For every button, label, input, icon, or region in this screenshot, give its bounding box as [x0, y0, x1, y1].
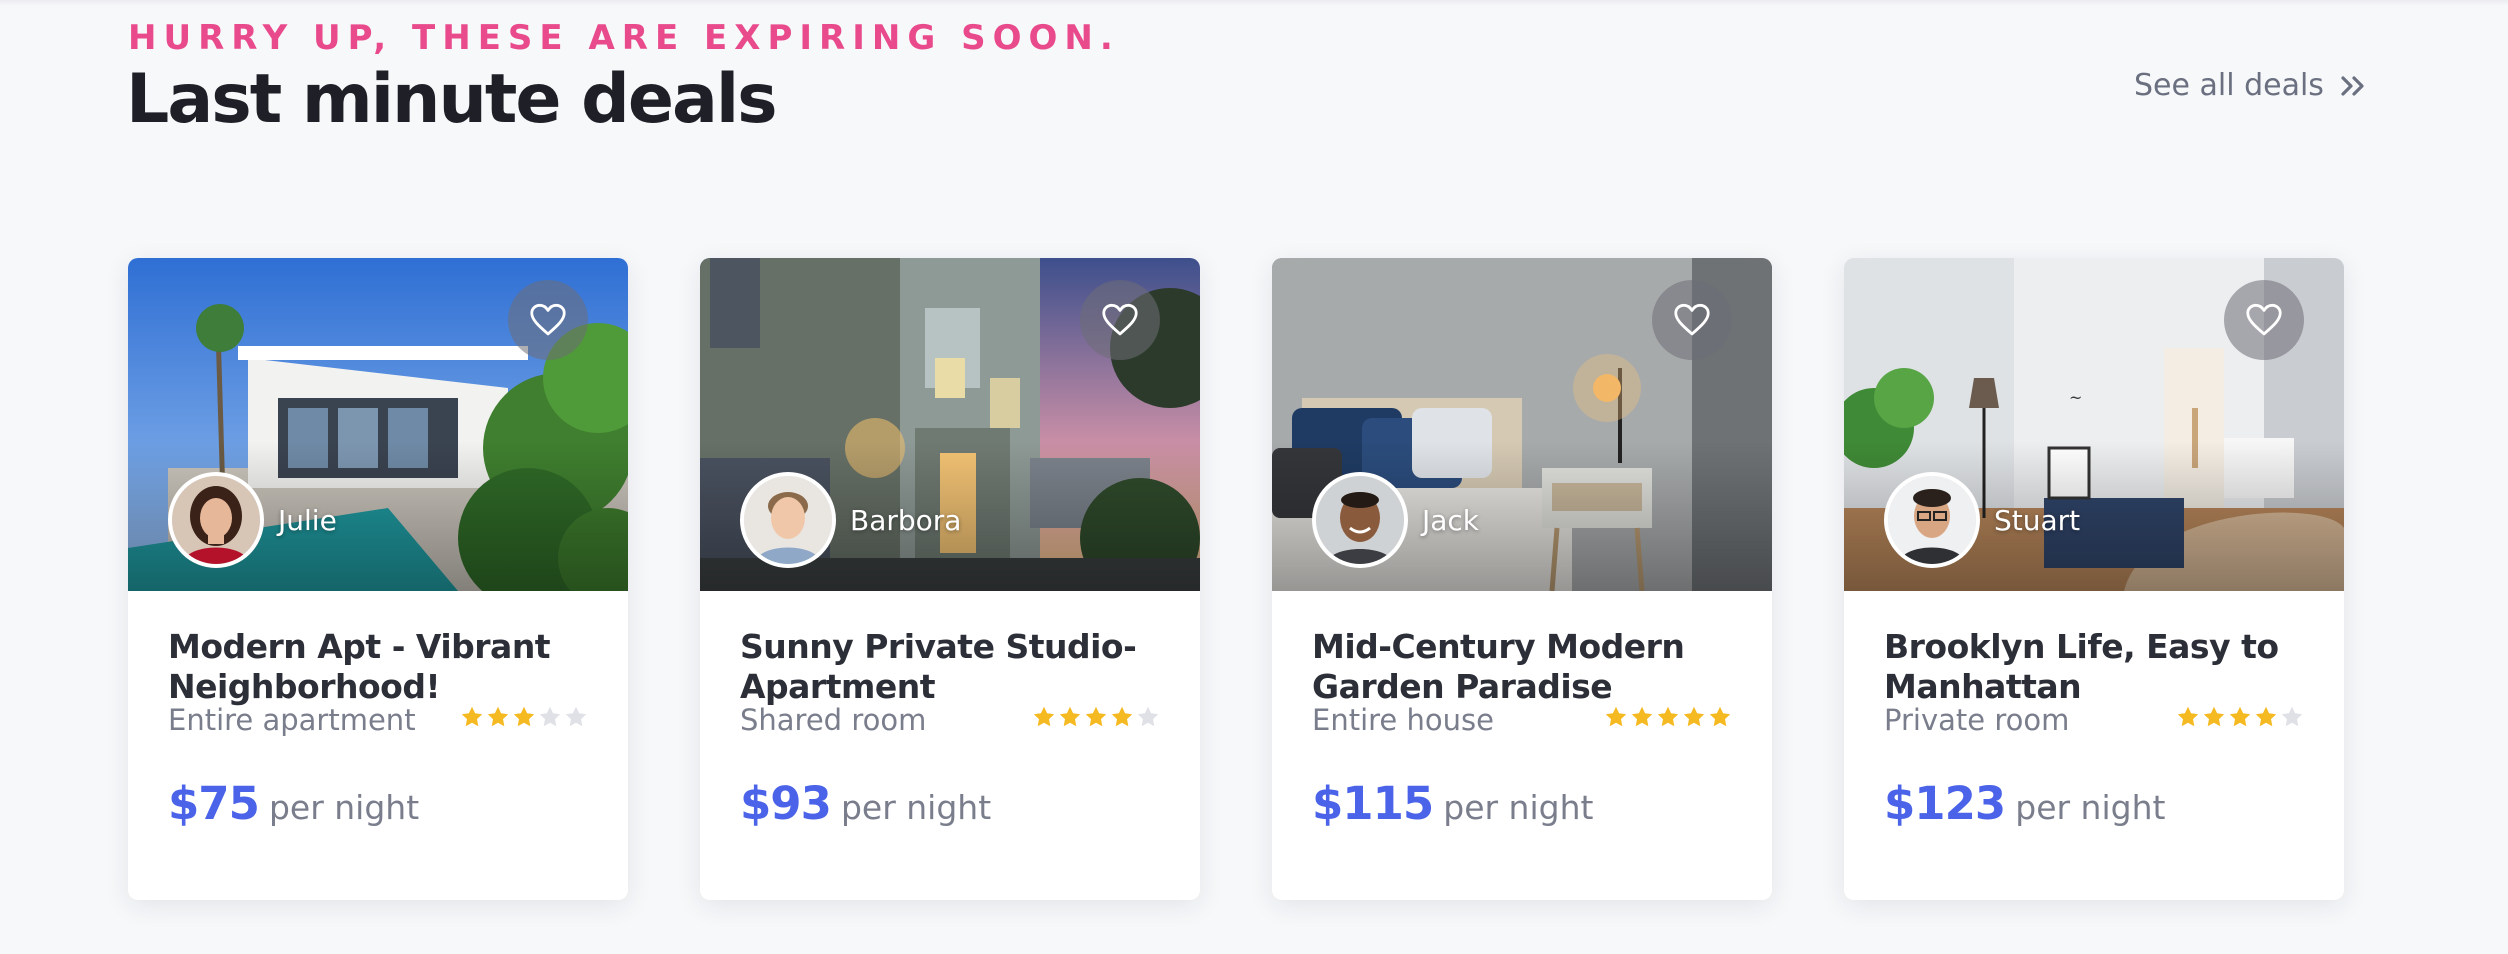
- price: $93 per night: [740, 777, 991, 830]
- deal-card[interactable]: Julie Modern Apt - Vibrant Neighborhood!…: [128, 258, 628, 900]
- price-unit: per night: [1443, 788, 1594, 827]
- star-filled-icon: [1683, 706, 1705, 727]
- star-rating: [1604, 705, 1732, 729]
- price-unit: per night: [2015, 788, 2166, 827]
- listing-title[interactable]: Modern Apt - Vibrant Neighborhood!: [168, 627, 598, 707]
- star-empty-icon: [539, 706, 561, 727]
- host-info: Julie: [168, 472, 337, 568]
- listing-title[interactable]: Sunny Private Studio-Apartment: [740, 627, 1170, 707]
- listing-photo[interactable]: ~ Stuart: [1844, 258, 2344, 591]
- deal-card[interactable]: ~ Stuart Brooklyn Life, Easy to Manhatta…: [1844, 258, 2344, 900]
- price: $123 per night: [1884, 777, 2165, 830]
- price: $75 per night: [168, 777, 419, 830]
- star-filled-icon: [1085, 706, 1107, 727]
- room-type: Entire apartment: [168, 703, 416, 737]
- host-name: Jack: [1422, 503, 1480, 537]
- star-filled-icon: [1631, 706, 1653, 727]
- price-amount: $115: [1312, 777, 1434, 830]
- star-filled-icon: [1111, 706, 1133, 727]
- host-avatar[interactable]: [168, 472, 264, 568]
- host-avatar[interactable]: [740, 472, 836, 568]
- section-title: Last minute deals: [126, 60, 778, 139]
- double-chevron-right-icon: [2341, 75, 2364, 96]
- star-filled-icon: [1709, 706, 1731, 727]
- price-amount: $75: [168, 777, 260, 830]
- price-amount: $123: [1884, 777, 2006, 830]
- room-type: Shared room: [740, 703, 927, 737]
- price: $115 per night: [1312, 777, 1593, 830]
- room-type: Entire house: [1312, 703, 1494, 737]
- heart-outline-icon: [2246, 303, 2282, 336]
- favorite-button[interactable]: [1652, 280, 1732, 360]
- heart-outline-icon: [1674, 303, 1710, 336]
- listing-title[interactable]: Mid-Century Modern Garden Paradise: [1312, 627, 1742, 707]
- host-info: Jack: [1312, 472, 1479, 568]
- deal-card[interactable]: Barbora Sunny Private Studio-Apartment S…: [700, 258, 1200, 900]
- star-rating: [460, 705, 588, 729]
- see-all-deals-label: See all deals: [2134, 68, 2324, 103]
- star-rating: [2176, 705, 2304, 729]
- favorite-button[interactable]: [508, 280, 588, 360]
- star-filled-icon: [1657, 706, 1679, 727]
- favorite-button[interactable]: [1080, 280, 1160, 360]
- room-type: Private room: [1884, 703, 2070, 737]
- heart-outline-icon: [1102, 303, 1138, 336]
- listing-photo[interactable]: Jack: [1272, 258, 1772, 591]
- star-rating: [1032, 705, 1160, 729]
- star-empty-icon: [2281, 706, 2303, 727]
- star-filled-icon: [487, 706, 509, 727]
- listing-title[interactable]: Brooklyn Life, Easy to Manhattan: [1884, 627, 2314, 707]
- host-avatar[interactable]: [1312, 472, 1408, 568]
- host-info: Barbora: [740, 472, 961, 568]
- see-all-deals-link[interactable]: See all deals: [2134, 68, 2366, 103]
- star-empty-icon: [565, 706, 587, 727]
- heart-outline-icon: [530, 303, 566, 336]
- star-filled-icon: [1605, 706, 1627, 727]
- favorite-button[interactable]: [2224, 280, 2304, 360]
- host-avatar[interactable]: [1884, 472, 1980, 568]
- star-filled-icon: [2177, 706, 2199, 727]
- star-filled-icon: [1033, 706, 1055, 727]
- host-name: Barbora: [850, 503, 962, 537]
- price-amount: $93: [740, 777, 832, 830]
- listing-photo[interactable]: Julie: [128, 258, 628, 591]
- price-unit: per night: [268, 788, 420, 827]
- star-filled-icon: [2203, 706, 2225, 727]
- star-filled-icon: [2255, 706, 2277, 727]
- host-name: Julie: [278, 503, 337, 537]
- star-filled-icon: [513, 706, 535, 727]
- svg-text:~: ~: [2069, 388, 2082, 407]
- star-filled-icon: [1059, 706, 1081, 727]
- listing-photo[interactable]: Barbora: [700, 258, 1200, 591]
- price-unit: per night: [840, 788, 992, 827]
- star-filled-icon: [2229, 706, 2251, 727]
- top-shadow: [0, 0, 2508, 6]
- deal-card[interactable]: Jack Mid-Century Modern Garden Paradise …: [1272, 258, 1772, 900]
- star-filled-icon: [461, 706, 483, 727]
- section-eyebrow: HURRY UP, THESE ARE EXPIRING SOON.: [128, 18, 1120, 58]
- host-info: Stuart: [1884, 472, 2080, 568]
- star-empty-icon: [1137, 706, 1159, 727]
- host-name: Stuart: [1994, 503, 2081, 537]
